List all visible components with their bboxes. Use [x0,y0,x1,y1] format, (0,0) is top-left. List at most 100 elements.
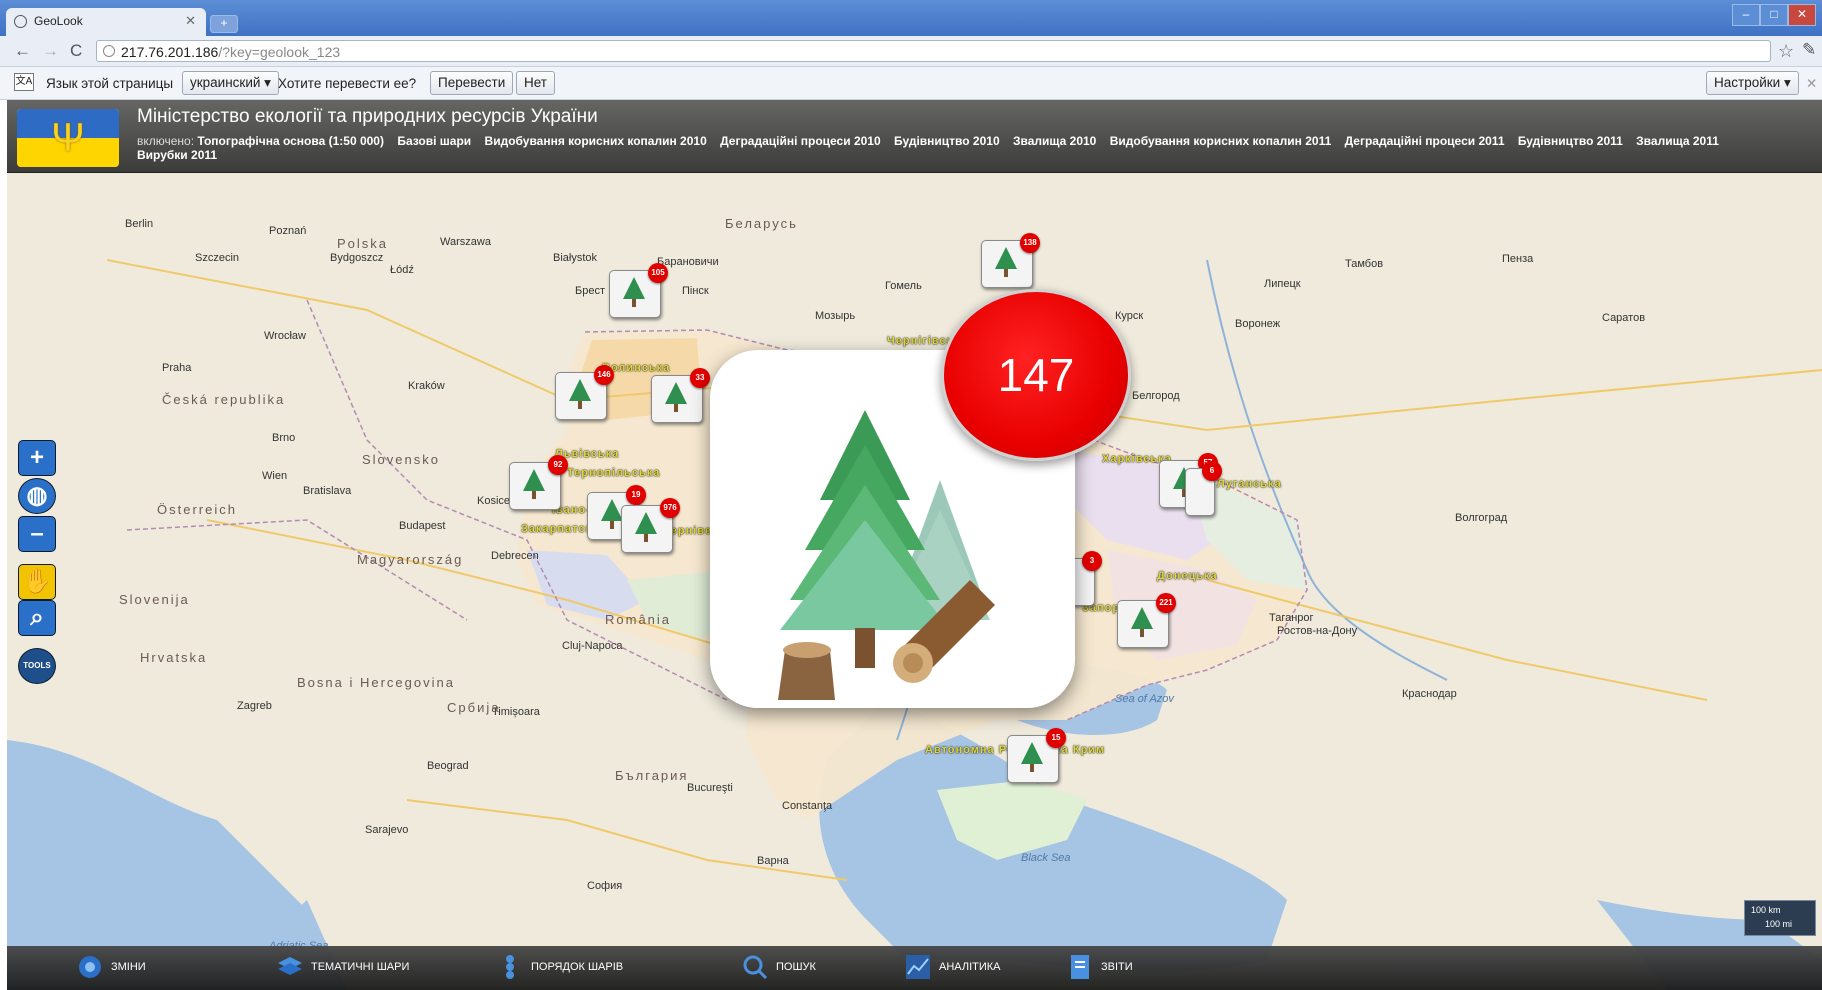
ukraine-coat-of-arms-logo: Ψ [17,109,119,167]
map-scale: 100 km 100 mi [1744,900,1816,936]
tree-icon [635,512,657,542]
bottom-nav: ЗМІНИ ТЕМАТИЧНІ ШАРИ ПОРЯДОК ШАРІВ ПОШУК… [7,946,1822,990]
city-label: Wien [262,470,288,482]
zoom-in-button[interactable]: + [18,440,56,476]
nav-label: ЗМІНИ [111,961,146,973]
tree-icon [995,247,1017,277]
marker-cluster[interactable]: 976 [621,498,680,553]
city-label: Kraków [408,380,445,392]
tree-icon [569,379,591,409]
forward-arrow-icon[interactable]: → [42,41,59,61]
zoom-out-button[interactable]: – [18,516,56,552]
magnifier-icon: ⌕ [30,604,44,631]
city-label: Ростов-на-Дону [1277,625,1358,637]
city-label: Волгоград [1455,512,1508,524]
region-label: Донецька [1157,570,1218,582]
new-tab-button[interactable]: + [210,15,238,33]
marker-count-badge: 92 [548,455,568,475]
minimize-button[interactable]: – [1732,4,1760,26]
city-label: Липецк [1264,278,1301,290]
city-label: Гомель [885,280,922,292]
city-label: Воронеж [1235,318,1281,330]
close-icon[interactable]: ✕ [1806,76,1817,92]
marker-cluster[interactable]: 92 [509,455,568,510]
no-button[interactable]: Нет [516,71,555,95]
city-label: Барановичи [657,256,719,268]
nav-label: ТЕМАТИЧНІ ШАРИ [311,961,410,973]
browser-titlebar: GeoLook ✕ + – □ ✕ [0,0,1822,36]
region-label: Тернопільська [567,467,661,479]
nav-label: ПОРЯДОК ШАРІВ [531,961,624,973]
reload-icon[interactable]: C [70,41,82,61]
back-arrow-icon[interactable]: ← [14,41,31,61]
city-label: Budapest [399,520,446,532]
country-label: България [615,768,689,783]
city-label: Пенза [1502,253,1534,265]
scale-km: 100 km [1751,905,1781,915]
country-label: Slovenija [119,592,190,607]
browser-toolbar: ← → C 217.76.201.186/?key=geolook_123 ☆ … [0,36,1822,67]
marker-count-badge: 6 [1202,461,1222,481]
active-layer: Звалища 2010 [1012,134,1097,148]
city-label: Таганрог [1269,612,1314,624]
region-label: Луганська [1217,478,1282,490]
active-layer: Будівництво 2011 [1517,134,1623,148]
marker-count-badge: 19 [626,485,646,505]
window-close-button[interactable]: ✕ [1788,4,1816,26]
pan-tool-button[interactable]: ✋ [18,564,56,600]
city-label: Wrocław [264,330,306,342]
url-host: 217.76.201.186 [121,44,219,60]
search-icon [743,955,768,980]
city-label: Тамбов [1345,258,1384,270]
city-label: Белгород [1132,390,1180,402]
marker-count-badge: 3 [1082,551,1102,571]
marker-cluster[interactable]: 146 [555,365,614,420]
city-label: Bratislava [303,485,352,497]
nav-label: ПОШУК [776,961,816,973]
bookmark-star-icon[interactable]: ☆ [1778,41,1794,62]
globe-button[interactable]: ◍ [18,478,56,514]
city-label: Zagreb [237,700,272,712]
marker-count-badge: 33 [690,368,710,388]
marker-cluster[interactable]: 33 [651,368,710,423]
tree-icon [665,382,687,412]
settings-button[interactable]: Настройки ▾ [1706,71,1799,95]
wrench-icon[interactable]: ✎ [1802,40,1816,60]
chart-icon [906,955,930,979]
plus-icon: + [29,444,44,471]
marker-cluster[interactable]: 105 [609,263,668,318]
zoom-box-button[interactable]: ⌕ [18,600,56,636]
city-label: Łódź [390,264,414,276]
tree-icon [601,499,623,529]
city-label: Białystok [553,252,598,264]
changes-icon [79,956,101,978]
city-label: Constanţa [782,800,833,812]
maximize-button[interactable]: □ [1760,4,1788,26]
city-label: Bydgoszcz [330,252,384,264]
marker-count-badge: 146 [594,365,614,385]
translate-prompt: Язык этой страницы [46,76,174,91]
browser-tab[interactable]: GeoLook ✕ [6,8,206,36]
address-bar[interactable]: 217.76.201.186/?key=geolook_123 [96,40,1771,62]
marker-count-badge: 138 [1020,233,1040,253]
translate-button[interactable]: Перевести [430,71,514,95]
marker-cluster[interactable]: 6 [1185,461,1222,516]
language-select[interactable]: украинский ▾ [182,71,279,95]
active-layer: Будівництво 2010 [893,134,1000,148]
nav-label: АНАЛІТИКА [939,961,1001,973]
city-label: Варна [757,855,789,867]
marker-cluster[interactable]: 221 [1117,593,1176,648]
close-icon[interactable]: ✕ [185,13,196,29]
tools-button[interactable]: TOOLS [18,648,56,684]
city-label: Berlin [125,218,154,230]
country-label: Slovensko [362,452,440,467]
marker-cluster[interactable]: 138 [981,233,1040,288]
marker-count-badge: 105 [648,263,668,283]
nav-label: ЗВІТИ [1101,961,1133,973]
app-header: Ψ Міністерство екології та природних рес… [7,100,1822,173]
country-label: Česká republika [162,392,286,407]
active-layer: Звалища 2011 [1636,134,1719,148]
marker-cluster[interactable]: 15 [1007,728,1066,783]
city-label: Краснодар [1402,688,1457,700]
page-info-icon [103,45,115,57]
